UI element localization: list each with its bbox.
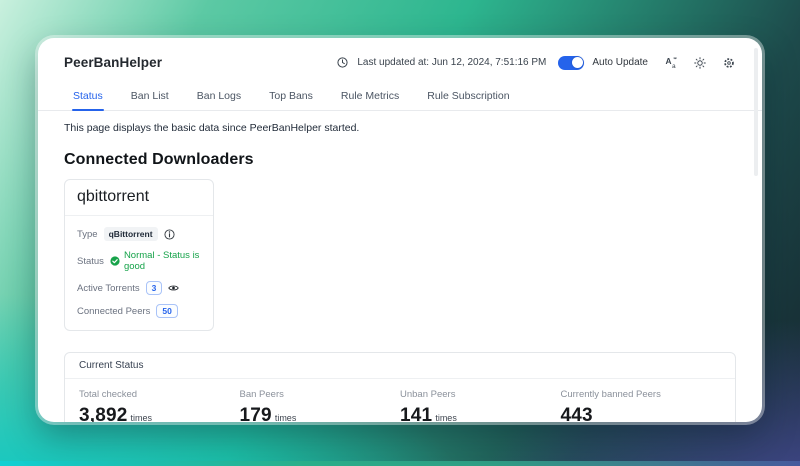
page-description: This page displays the basic data since … — [64, 122, 360, 134]
downloader-name: qbittorrent — [65, 180, 213, 216]
section-title-connected-downloaders: Connected Downloaders — [64, 151, 254, 168]
stat-ban-peers: Ban Peers 179 times — [240, 389, 401, 422]
active-torrents-row: Active Torrents 3 — [77, 281, 201, 295]
stat-suffix: times — [435, 413, 457, 422]
stat-suffix: times — [274, 413, 297, 422]
stat-label: Currently banned Peers — [560, 389, 661, 400]
tab-ban-logs[interactable]: Ban Logs — [196, 84, 242, 110]
connected-peers-row: Connected Peers 50 — [77, 304, 201, 318]
downloader-card: qbittorrent Type qBittorrent Status Norm… — [64, 179, 214, 331]
tab-status[interactable]: Status — [72, 84, 104, 111]
stat-value: 141 — [400, 405, 433, 422]
toggle-knob — [571, 57, 583, 68]
stat-label: Unban Peers — [400, 389, 456, 400]
info-icon[interactable] — [163, 228, 175, 240]
stat-suffix: times — [130, 413, 153, 422]
eye-icon[interactable] — [168, 283, 180, 294]
app-window: PeerBanHelper Last updated at: Jun 12, 2… — [38, 38, 762, 422]
app-title: PeerBanHelper — [64, 55, 163, 70]
current-status-title: Current Status — [65, 353, 735, 379]
svg-text:a: a — [671, 63, 675, 69]
status-label: Status — [77, 255, 104, 267]
stat-value: 443 — [560, 405, 593, 422]
downloader-status-row: Status Normal - Status is good — [77, 250, 201, 272]
stat-label: Total checked — [79, 389, 138, 400]
active-torrents-badge: 3 — [145, 281, 163, 295]
type-label: Type — [77, 228, 98, 240]
tab-ban-list[interactable]: Ban List — [130, 84, 170, 110]
status-text: Normal - Status is good — [123, 250, 200, 272]
auto-update-toggle[interactable] — [558, 55, 585, 70]
stat-label: Ban Peers — [239, 389, 284, 400]
scrollbar[interactable] — [754, 48, 758, 176]
downloader-details: Type qBittorrent Status Normal - Status … — [65, 216, 213, 330]
language-switch-icon[interactable]: Aa — [664, 56, 678, 70]
stat-currently-banned: Currently banned Peers 443 — [561, 389, 722, 422]
stats-row: Total checked 3,892 times Ban Peers 179 … — [65, 379, 735, 422]
connected-peers-label: Connected Peers — [77, 305, 151, 317]
active-torrents-label: Active Torrents — [77, 282, 140, 294]
connected-peers-badge: 50 — [156, 304, 178, 318]
tab-top-bans[interactable]: Top Bans — [268, 84, 314, 110]
tab-rule-subscription[interactable]: Rule Subscription — [426, 84, 510, 110]
stat-total-checked: Total checked 3,892 times — [79, 389, 240, 422]
stat-unban-peers: Unban Peers 141 times — [400, 389, 561, 422]
downloader-type-row: Type qBittorrent — [77, 227, 201, 241]
sun-icon[interactable] — [693, 56, 707, 70]
check-circle-icon — [110, 256, 120, 267]
stat-value: 3,892 — [79, 405, 128, 422]
background-accent-strip — [0, 461, 800, 466]
svg-text:A: A — [665, 56, 671, 66]
tab-bar: Status Ban List Ban Logs Top Bans Rule M… — [38, 84, 762, 111]
auto-update-label: Auto Update — [592, 57, 648, 68]
stat-value: 179 — [239, 405, 272, 422]
clock-icon — [335, 56, 349, 70]
last-updated-text: Last updated at: Jun 12, 2024, 7:51:16 P… — [357, 57, 547, 68]
app-header: PeerBanHelper Last updated at: Jun 12, 2… — [38, 38, 762, 78]
type-badge: qBittorrent — [103, 227, 158, 241]
current-status-panel: Current Status Total checked 3,892 times… — [64, 352, 736, 422]
tab-rule-metrics[interactable]: Rule Metrics — [340, 84, 400, 110]
gear-icon[interactable] — [722, 56, 736, 70]
status-value: Normal - Status is good — [110, 250, 201, 272]
header-controls: Last updated at: Jun 12, 2024, 7:51:16 P… — [335, 55, 736, 70]
